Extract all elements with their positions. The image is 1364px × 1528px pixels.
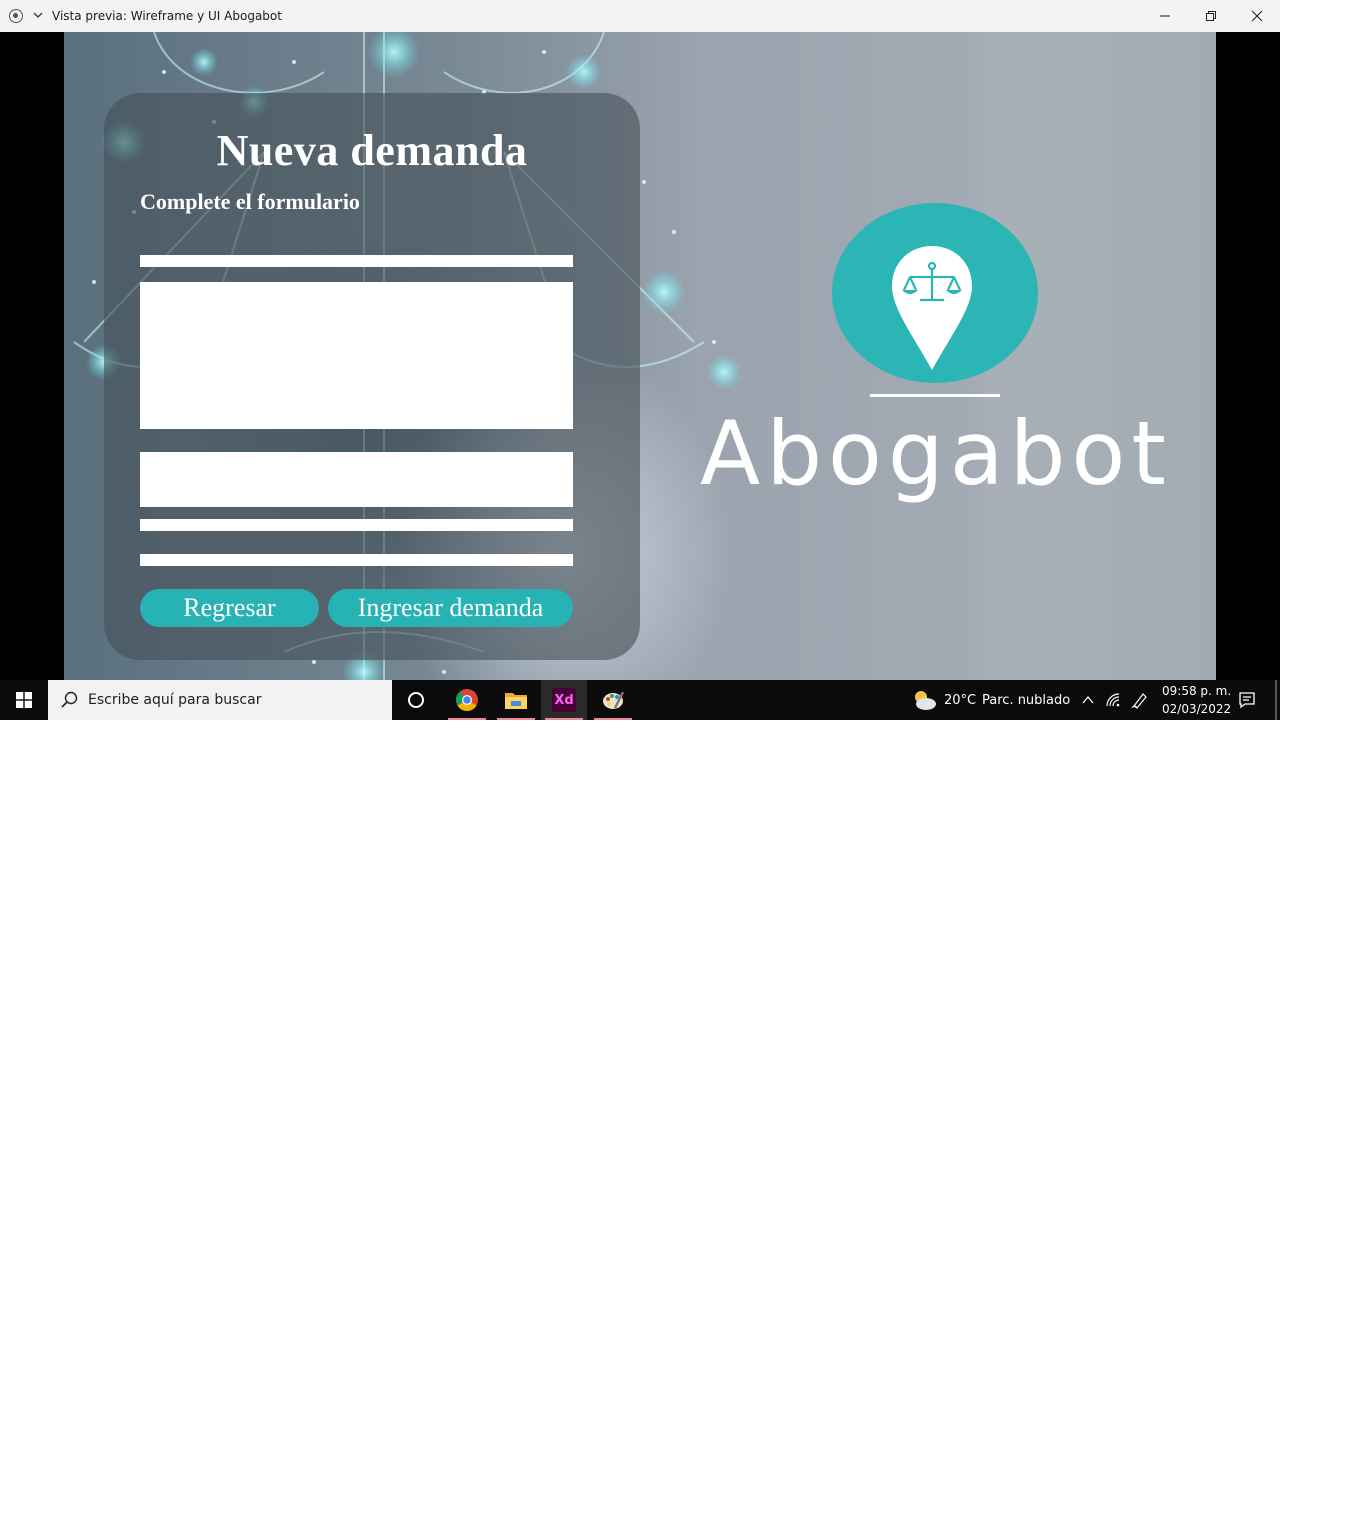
- active-indicator: [497, 718, 535, 720]
- taskbar: Escribe aquí para buscar Xd 20°C Parc. n…: [0, 680, 1280, 720]
- windows-logo-icon: [16, 692, 32, 708]
- network-icon[interactable]: [1105, 692, 1123, 708]
- preview-area: Nueva demanda Complete el formulario Reg…: [0, 32, 1280, 680]
- form-field-4[interactable]: [140, 519, 573, 531]
- form-title: Nueva demanda: [216, 126, 528, 175]
- submit-claim-button[interactable]: Ingresar demanda: [328, 589, 573, 627]
- back-button[interactable]: Regresar: [140, 589, 319, 627]
- window-titlebar: Vista previa: Wireframe y UI Abogabot: [0, 0, 1280, 32]
- search-placeholder: Escribe aquí para buscar: [88, 692, 262, 708]
- cortana-icon: [408, 692, 424, 708]
- active-indicator: [448, 718, 486, 720]
- active-indicator: [545, 718, 583, 720]
- partly-cloudy-icon[interactable]: [911, 689, 937, 711]
- background-light-pane: [984, 32, 1216, 680]
- minimize-button[interactable]: [1142, 0, 1188, 32]
- file-explorer-icon: [505, 693, 527, 709]
- file-explorer-taskbar-button[interactable]: [493, 680, 539, 720]
- minimize-icon: [1160, 15, 1170, 17]
- logo-divider: [870, 394, 1000, 397]
- weather-description[interactable]: Parc. nublado: [982, 693, 1070, 708]
- weather-temperature[interactable]: 20°C: [944, 693, 976, 708]
- start-button[interactable]: [0, 680, 48, 720]
- form-field-3[interactable]: [140, 452, 573, 507]
- artboard: Nueva demanda Complete el formulario Reg…: [64, 32, 1216, 680]
- clock-date[interactable]: 02/03/2022: [1162, 702, 1231, 716]
- restore-icon: [1206, 11, 1216, 21]
- chrome-taskbar-button[interactable]: [444, 680, 490, 720]
- taskbar-search[interactable]: Escribe aquí para buscar: [48, 680, 392, 720]
- clock-time[interactable]: 09:58 p. m.: [1162, 684, 1231, 698]
- form-textarea[interactable]: [140, 282, 573, 429]
- record-icon[interactable]: [9, 9, 23, 23]
- form-field-1[interactable]: [140, 255, 573, 267]
- paint-icon: [603, 691, 625, 709]
- location-pin-with-scales-icon: [892, 246, 972, 370]
- pen-workspace-icon[interactable]: [1131, 691, 1149, 709]
- chrome-icon: [456, 689, 478, 711]
- new-claim-form: Nueva demanda Complete el formulario Reg…: [104, 93, 640, 660]
- adobe-xd-icon: Xd: [552, 688, 576, 712]
- form-field-5[interactable]: [140, 554, 573, 566]
- close-icon: [1251, 10, 1263, 22]
- restore-button[interactable]: [1188, 0, 1234, 32]
- cortana-button[interactable]: [393, 680, 439, 720]
- chevron-down-icon[interactable]: [31, 8, 45, 22]
- search-icon: [61, 691, 78, 708]
- adobe-xd-taskbar-button[interactable]: Xd: [541, 680, 587, 720]
- show-hidden-icons-chevron-up-icon[interactable]: [1080, 692, 1096, 708]
- paint-taskbar-button[interactable]: [590, 680, 636, 720]
- close-button[interactable]: [1234, 0, 1280, 32]
- show-desktop-button[interactable]: [1275, 680, 1277, 720]
- active-indicator: [594, 718, 632, 720]
- brand-name: Abogabot: [700, 402, 1172, 505]
- notifications-icon[interactable]: [1238, 691, 1256, 709]
- window-title: Vista previa: Wireframe y UI Abogabot: [52, 9, 282, 23]
- form-subtitle: Complete el formulario: [140, 189, 360, 214]
